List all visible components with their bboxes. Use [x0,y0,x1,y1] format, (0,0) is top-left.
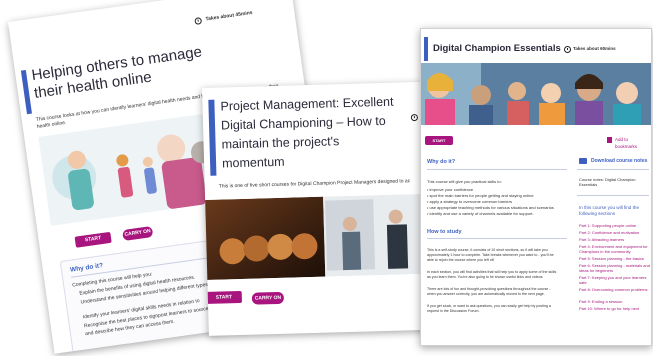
section-link-1[interactable]: Part 2: Confidence and motivation [579,230,651,235]
course-title: Project Management: Excellent Digital Ch… [220,94,394,171]
course-card-digital-champion: Digital Champion Essentials Takes about … [420,28,652,346]
download-link[interactable]: Download course notes [591,158,651,164]
why-item-4: • identify and use a variety of channels… [427,211,534,216]
section-link-5[interactable]: Part 6: Session planning - materials and… [579,263,651,273]
start-course-button[interactable]: START COURSE [74,231,112,255]
section-link-8[interactable]: Part 9: Ending a session [579,299,651,304]
clock-icon [410,113,419,122]
course-description: This is one of five short courses for Di… [218,178,411,190]
section-link-2[interactable]: Part 3: Attracting learners [579,237,651,242]
course-card-project-management: Project Management: Excellent Digital Ch… [202,81,431,336]
carry-on-button[interactable]: CARRY ON [251,291,285,305]
carry-on-button[interactable]: CARRY ON [122,225,154,242]
section-link-4[interactable]: Part 5: Session planning - the basics [579,256,651,261]
hero-image [203,193,431,280]
bookmark-icon[interactable] [607,137,612,143]
hero-image [38,111,230,227]
how-line-8: when you answer correctly, you are autom… [427,292,545,296]
title-accent-bar [20,69,32,115]
start-course-button[interactable]: START COURSE [425,136,453,152]
section-link-6[interactable]: Part 7: Keeping you and your learners sa… [579,275,651,285]
section-link-3[interactable]: Part 4: Environment and equipment for Ch… [579,244,651,254]
title-accent-bar [424,37,428,61]
duration-label: Takes about 45mins [205,9,253,23]
section-link-0[interactable]: Part 1: Supporting people online [579,223,651,228]
section-link-7[interactable]: Part 8: Overcoming common problems [579,287,651,292]
divider [427,169,567,170]
hero-image [421,63,651,125]
download-sub: Course notes: Digital Champion Essential… [579,177,636,187]
sections-heading: In this course you will find the followi… [579,205,640,216]
divider [427,238,567,239]
divider [577,169,649,170]
course-title: Digital Champion Essentials [433,43,561,54]
download-icon[interactable] [579,158,587,164]
title-accent-bar [208,99,217,176]
why-heading: Why do it? [427,159,456,165]
how-line-5: as you learn them. You're also going to … [427,275,544,279]
how-line-11: request in the Discussion Forum. [427,309,480,313]
how-line-2: able to rejoin the course where you left… [427,258,495,262]
how-heading: How to study [427,229,462,235]
clock-icon [194,17,203,25]
section-link-9[interactable]: Part 10: Where to go for help next [579,306,651,311]
divider [577,195,649,196]
why-intro: This course will give you practical skil… [427,179,502,184]
start-course-button[interactable]: START COURSE [205,290,243,313]
bookmark-link[interactable]: Add to bookmarks [615,137,651,150]
clock-icon [564,46,571,53]
duration-label: Takes about 60mins [573,46,616,51]
